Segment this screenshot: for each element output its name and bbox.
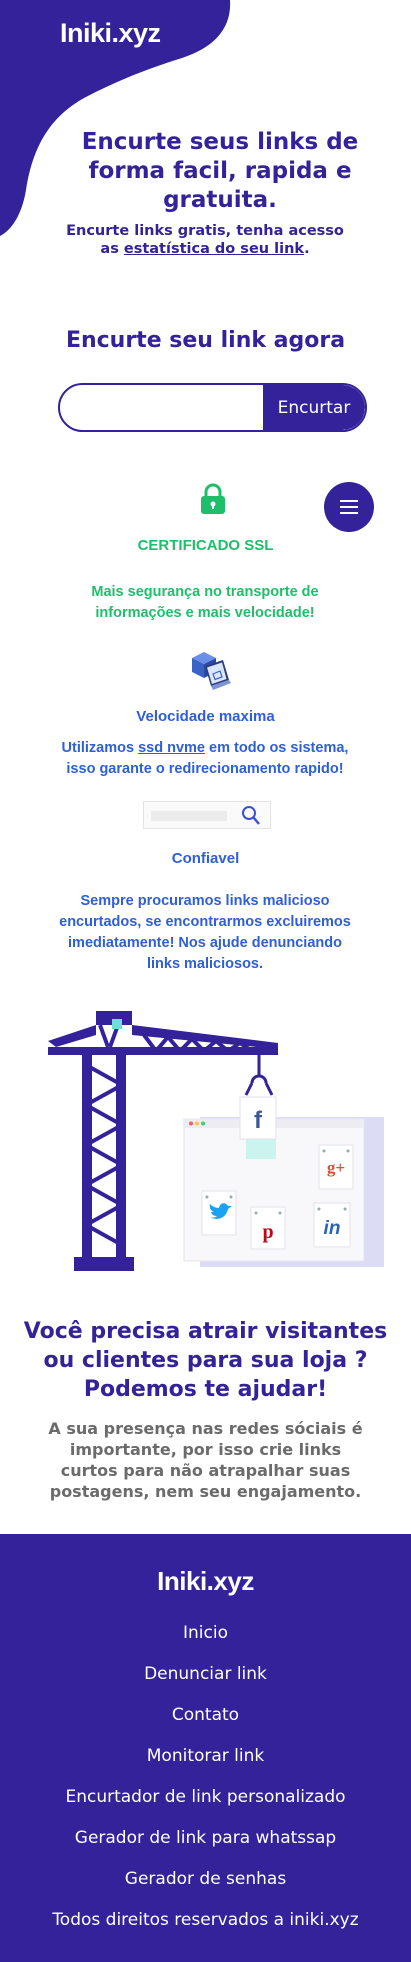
footer-link-gerador-whatsapp[interactable]: Gerador de link para whatssap bbox=[0, 1828, 411, 1848]
mini-search-illustration bbox=[143, 801, 271, 829]
footer: Iniki.xyz Inicio Denunciar link Contato … bbox=[0, 1534, 411, 1962]
footer-copyright: Todos direitos reservados a iniki.xyz bbox=[52, 1910, 359, 1930]
lock-icon bbox=[201, 483, 225, 514]
menu-button[interactable] bbox=[324, 482, 374, 532]
svg-text:in: in bbox=[324, 1218, 341, 1239]
footer-link-encurtador-personalizado[interactable]: Encurtador de link personalizado bbox=[0, 1787, 411, 1807]
hero-subtitle: Encurte links gratis, tenha acesso as es… bbox=[55, 222, 355, 258]
cta-title: Você precisa atrair visitantes ou client… bbox=[23, 1319, 388, 1402]
laptop-speed-icon bbox=[192, 652, 231, 690]
hamburger-icon bbox=[340, 500, 358, 514]
footer-link-inicio[interactable]: Inicio bbox=[0, 1623, 411, 1643]
cta-text: A sua presença nas redes sóciais é impor… bbox=[48, 1419, 363, 1501]
pinterest-icon: p bbox=[250, 1206, 286, 1250]
footer-link-contato[interactable]: Contato bbox=[0, 1705, 411, 1725]
svg-text:p: p bbox=[262, 1221, 273, 1243]
footer-link-monitorar[interactable]: Monitorar link bbox=[0, 1746, 411, 1766]
feature-ssl-title: CERTIFICADO SSL bbox=[137, 537, 274, 554]
logo[interactable]: Iniki.xyz bbox=[60, 18, 161, 49]
shorten-button[interactable]: Encurtar bbox=[263, 385, 365, 430]
statistics-link[interactable]: estatística do seu link bbox=[124, 241, 304, 257]
feature-speed-title: Velocidade maxima bbox=[136, 708, 275, 725]
footer-link-gerador-senhas[interactable]: Gerador de senhas bbox=[0, 1869, 411, 1889]
url-input[interactable] bbox=[60, 385, 285, 430]
linkedin-icon: in bbox=[313, 1202, 351, 1248]
google-plus-icon: g+ bbox=[318, 1144, 354, 1190]
feature-speed-text-pre: Utilizamos bbox=[61, 740, 139, 756]
crane-social-illustration: f g+ p in bbox=[48, 1011, 384, 1271]
feature-ssl-text: Mais segurança no transporte de informaç… bbox=[91, 584, 319, 621]
hero-title: Encurte seus links de forma facil, rapid… bbox=[81, 129, 359, 213]
svg-text:f: f bbox=[254, 1107, 263, 1134]
footer-link-denunciar[interactable]: Denunciar link bbox=[0, 1664, 411, 1684]
ssd-nvme-link[interactable]: ssd nvme bbox=[138, 740, 205, 756]
facebook-icon: f bbox=[239, 1096, 277, 1140]
shortener-title: Encurte seu link agora bbox=[65, 328, 346, 353]
feature-reliable-text: Sempre procuramos links malicioso encurt… bbox=[59, 893, 351, 972]
feature-reliable-title: Confiavel bbox=[171, 850, 240, 867]
mini-search-bar bbox=[151, 811, 227, 821]
hero-subtitle-end: . bbox=[304, 241, 310, 257]
svg-text:g+: g+ bbox=[327, 1158, 345, 1177]
feature-speed-text: Utilizamos ssd nvme em todo os sistema, … bbox=[55, 738, 355, 780]
search-icon bbox=[242, 806, 260, 825]
twitter-icon bbox=[201, 1190, 237, 1236]
shortener-form: Encurtar bbox=[58, 383, 367, 432]
footer-logo[interactable]: Iniki.xyz bbox=[0, 1566, 411, 1597]
